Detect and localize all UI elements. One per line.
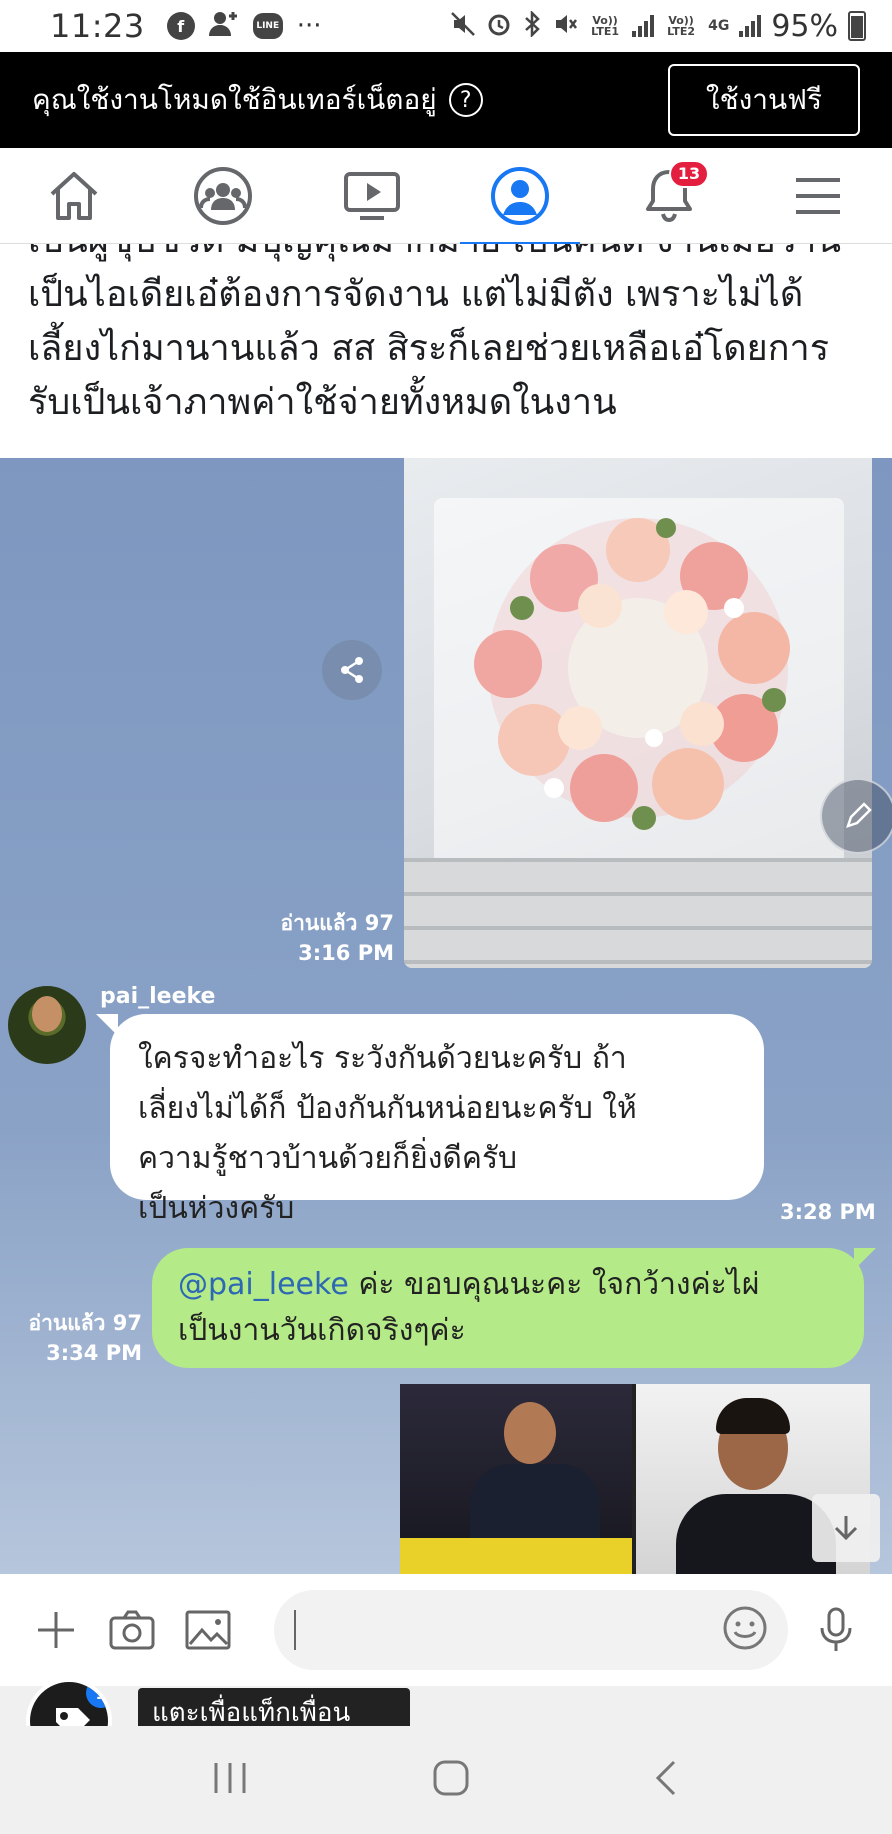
cake-photo xyxy=(404,458,872,968)
gallery-button[interactable] xyxy=(180,1602,236,1658)
vibrate-mute-icon xyxy=(552,11,578,42)
more-dots-icon: ··· xyxy=(296,11,322,41)
signal-bars-2-icon xyxy=(739,15,762,37)
notification-badge: 13 xyxy=(668,159,709,188)
post-line: เป็นผู้ชุบชีวิต มีบุญคุณมากมาย เป็นคนดี … xyxy=(28,244,878,268)
sender-name: pai_leeke xyxy=(100,984,216,1009)
microphone-icon xyxy=(820,1607,852,1651)
message-text-input[interactable] xyxy=(274,1590,788,1670)
outgoing-message-bubble: @pai_leeke ค่ะ ขอบคุณนะคะ ใจกว้างค่ะไผ่ … xyxy=(152,1248,876,1368)
incoming-message-bubble: ใครจะทำอะไร ระวังกันด้วยนะครับ ถ้า เลี่ย… xyxy=(96,1014,764,1226)
post-line: รับเป็นเจ้าภาพค่าใช้จ่ายทั้งหมดในงาน xyxy=(28,382,617,423)
post-line: เลี้ยงไก่มานานแล้ว สส สิระก็เลยช่วยเหลือ… xyxy=(28,328,830,369)
home-rounded-square-icon xyxy=(433,1760,469,1796)
message-line: เลี่ยงไม่ได้ก็ ป้องกันกันหน่อยนะครับ ให้ xyxy=(138,1091,637,1126)
post-body: เป็นผู้ชุบชีวิต มีบุญคุณมากมาย เป็นคนดี … xyxy=(0,244,892,458)
camera-icon xyxy=(109,1610,155,1650)
text-cursor xyxy=(294,1610,296,1650)
scroll-down-button[interactable] xyxy=(812,1494,880,1562)
groups-icon xyxy=(193,166,252,225)
signal-bars-1-icon xyxy=(632,15,655,37)
tooltip-strip xyxy=(0,1686,892,1726)
free-mode-message: คุณใช้งานโหมดใช้อินเทอร์เน็ตอยู่ xyxy=(32,83,437,116)
emoji-button[interactable] xyxy=(722,1605,768,1655)
facebook-icon: f xyxy=(166,12,195,40)
message-text: ค่ะ ขอบคุณนะคะ ใจกว้างค่ะไผ่ xyxy=(348,1267,760,1302)
arrow-down-icon xyxy=(834,1516,858,1541)
free-mode-banner: คุณใช้งานโหมดใช้อินเทอร์เน็ตอยู่ ? ใช้งา… xyxy=(0,52,892,148)
mention-link: @pai_leeke xyxy=(178,1267,349,1302)
battery-percent: 95% xyxy=(771,8,838,44)
nav-menu[interactable] xyxy=(778,156,858,236)
video-icon xyxy=(343,171,400,220)
nav-home[interactable] xyxy=(34,156,114,236)
pencil-icon xyxy=(846,802,872,828)
alarm-icon xyxy=(486,11,512,42)
message-time: 3:34 PM xyxy=(46,1341,142,1365)
plus-button[interactable] xyxy=(28,1602,84,1658)
recent-apps-icon xyxy=(214,1763,246,1793)
message-time: 3:28 PM xyxy=(780,1200,876,1224)
message-line: เป็นงานวันเกิดจริงๆค่ะ xyxy=(178,1313,466,1348)
flower-wreath-cake xyxy=(474,518,790,830)
profile-icon xyxy=(491,166,550,225)
tag-friends-tooltip: แตะเพื่อแท็กเพื่อน xyxy=(138,1688,410,1728)
system-navigation-bar xyxy=(0,1726,892,1834)
person-add-icon xyxy=(208,10,239,42)
message-input-bar xyxy=(0,1574,892,1686)
back-button[interactable] xyxy=(652,1758,682,1802)
bluetooth-icon xyxy=(522,9,542,42)
signal-label-1: Vo)) LTE1 xyxy=(591,14,620,38)
emoji-icon xyxy=(723,1606,767,1650)
top-navigation: 13 xyxy=(0,148,892,246)
share-button[interactable] xyxy=(322,640,382,700)
image-icon xyxy=(185,1610,231,1650)
voice-button[interactable] xyxy=(808,1602,864,1658)
post-line: เป็นไอเดียเอ๋ต้องการจัดงาน แต่ไม่มีตัง เ… xyxy=(28,274,804,315)
nav-profile[interactable] xyxy=(460,156,581,246)
message-line: ความรู้ชาวบ้านด้วยก็ยิ่งดีครับ xyxy=(138,1141,518,1176)
message-line: เป็นห่วงครับ xyxy=(138,1191,295,1226)
hamburger-menu-icon xyxy=(795,177,840,214)
status-time: 11:23 xyxy=(50,7,145,45)
status-bar: 11:23 f LINE ··· Vo)) LTE1 Vo)) LTE2 4G … xyxy=(0,0,892,52)
battery-icon xyxy=(848,11,866,41)
read-receipt: อ่านแล้ว 97 3:34 PM xyxy=(10,1308,143,1368)
back-chevron-icon xyxy=(655,1760,675,1796)
use-free-button[interactable]: ใช้งานฟรี xyxy=(667,64,860,136)
recent-apps-button[interactable] xyxy=(210,1761,250,1799)
edit-floating-button[interactable] xyxy=(820,778,892,854)
nav-watch[interactable] xyxy=(332,156,412,236)
message-line: ใครจะทำอะไร ระวังกันด้วยนะครับ ถ้า xyxy=(138,1041,627,1076)
help-icon[interactable]: ? xyxy=(448,83,483,117)
home-button[interactable] xyxy=(431,1758,471,1802)
chat-screenshot-image[interactable]: อ่านแล้ว 97 3:16 PM pai_leeke ใครจะทำอะไ… xyxy=(0,458,892,1574)
share-icon xyxy=(341,657,363,683)
plus-icon xyxy=(38,1612,74,1648)
nav-groups[interactable] xyxy=(183,156,263,236)
line-app-icon: LINE xyxy=(252,13,283,39)
network-type: 4G xyxy=(708,17,730,34)
message-time: 3:16 PM xyxy=(298,941,394,965)
press-conference-photo xyxy=(400,1384,870,1574)
read-receipt: อ่านแล้ว 97 3:16 PM xyxy=(250,908,395,968)
camera-button[interactable] xyxy=(104,1602,160,1658)
home-icon xyxy=(50,171,98,220)
sender-avatar xyxy=(8,986,86,1064)
nav-notifications[interactable]: 13 xyxy=(629,156,709,236)
mute-icon xyxy=(450,11,476,42)
signal-label-2: Vo)) LTE2 xyxy=(667,14,696,38)
